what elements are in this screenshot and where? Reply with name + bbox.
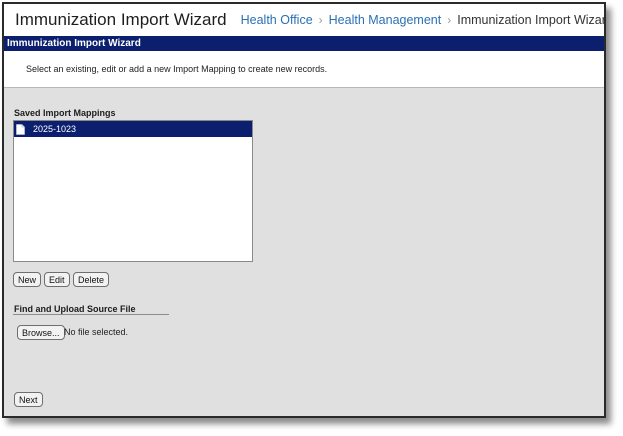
- wizard-window: Immunization Import Wizard Health Office…: [2, 2, 606, 418]
- section-divider: [13, 314, 169, 315]
- file-status: No file selected.: [64, 327, 129, 337]
- document-icon: [16, 123, 25, 135]
- saved-mappings-label: Saved Import Mappings: [14, 108, 116, 118]
- upload-label: Find and Upload Source File: [14, 304, 136, 314]
- page-header: Immunization Import Wizard Health Office…: [4, 4, 604, 36]
- breadcrumb-health-office[interactable]: Health Office: [241, 13, 313, 27]
- next-button[interactable]: Next: [14, 392, 43, 407]
- mapping-name: 2025-1023: [33, 124, 77, 134]
- list-item[interactable]: 2025-1023: [14, 121, 252, 137]
- edit-button[interactable]: Edit: [44, 272, 70, 287]
- breadcrumb-health-management[interactable]: Health Management: [329, 13, 442, 27]
- new-button[interactable]: New: [13, 272, 42, 287]
- wizard-instructions: Select an existing, edit or add a new Im…: [4, 51, 604, 88]
- chevron-right-icon: ›: [447, 13, 452, 27]
- delete-button[interactable]: Delete: [73, 272, 110, 287]
- wizard-body: Saved Import Mappings 2025-1023 New Edit…: [4, 88, 604, 416]
- chevron-right-icon: ›: [318, 13, 323, 27]
- browse-button[interactable]: Browse...: [17, 325, 65, 340]
- saved-mappings-list[interactable]: 2025-1023: [13, 120, 253, 262]
- breadcrumb-current: Immunization Import Wizard: [457, 13, 606, 27]
- page-title: Immunization Import Wizard: [15, 10, 227, 29]
- wizard-title-bar: Immunization Import Wizard: [4, 36, 604, 51]
